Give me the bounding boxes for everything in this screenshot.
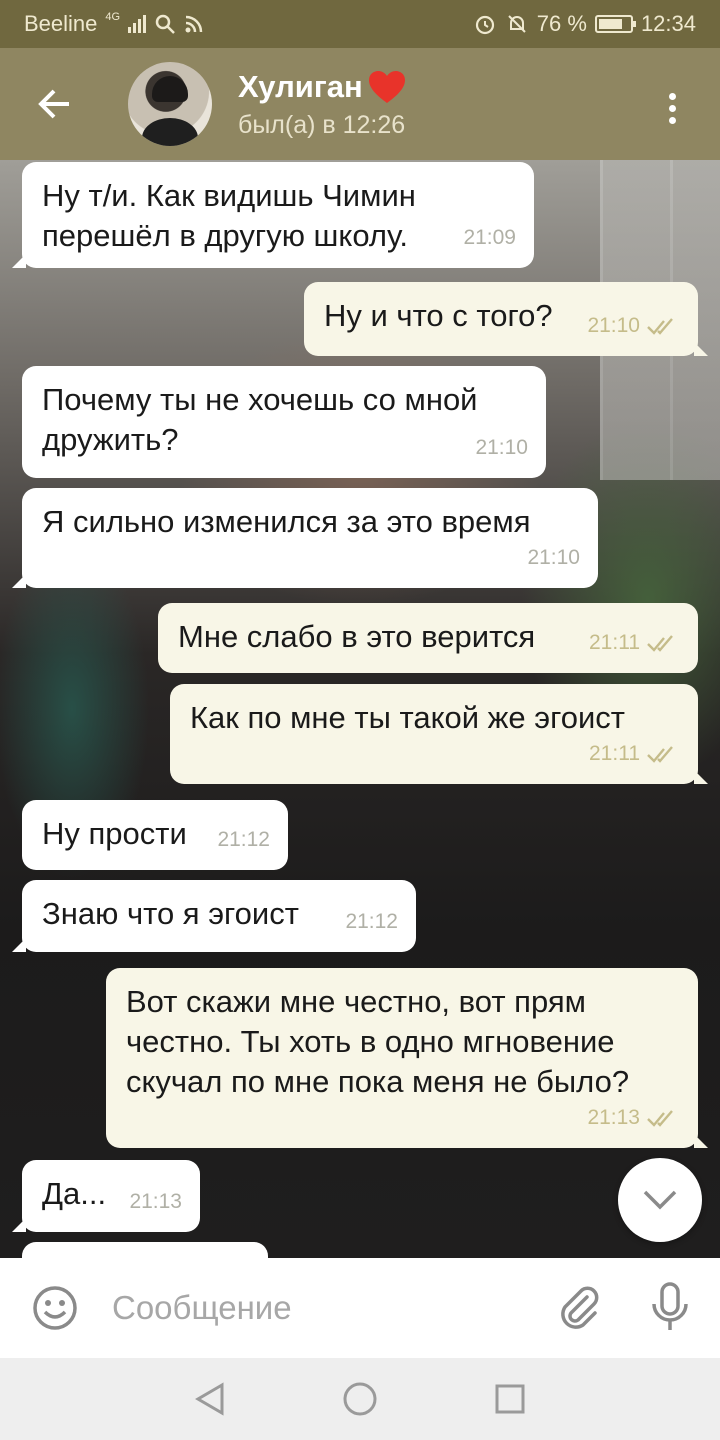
chat-header: Хулиган был(а) в 12:26 [0, 48, 720, 160]
message-incoming[interactable]: Я сильно изменился за это время 21:10 [12, 488, 598, 588]
message-time: 21:10 [527, 546, 580, 569]
message-incoming-partial[interactable] [22, 1242, 268, 1258]
read-ticks-icon [647, 1110, 673, 1127]
back-arrow-icon [38, 89, 69, 119]
triangle-back-icon [195, 1382, 224, 1416]
nav-home-button[interactable] [340, 1379, 380, 1419]
message-meta: 21:13 [587, 1098, 680, 1138]
nav-recents-button[interactable] [490, 1379, 530, 1419]
message-time: 21:12 [345, 910, 398, 933]
message-incoming[interactable]: Да... 21:13 [12, 1160, 200, 1232]
message-time: 21:12 [217, 828, 270, 851]
message-incoming[interactable]: Почему ты не хочешь со мной дружить? 21:… [22, 366, 546, 478]
message-text: Я сильно изменился за это время [42, 504, 531, 539]
message-meta: 21:11 [589, 734, 680, 774]
message-text: Вот скажи мне честно, вот прям честно. Т… [126, 984, 630, 1099]
smiley-icon [33, 1286, 77, 1330]
message-text: Знаю что я эгоист [42, 896, 299, 931]
scroll-to-bottom-button[interactable] [618, 1158, 702, 1242]
message-time: 21:11 [589, 742, 640, 765]
message-meta: 21:10 [475, 428, 528, 468]
attach-button[interactable] [540, 1285, 620, 1331]
contact-avatar[interactable] [128, 62, 212, 146]
status-left: Beeline 4G [24, 11, 204, 37]
battery-percent: 76 % [536, 11, 587, 36]
message-outgoing[interactable]: Как по мне ты такой же эгоист 21:11 [170, 684, 708, 784]
nav-back-button[interactable] [190, 1379, 230, 1419]
message-composer [0, 1258, 720, 1358]
read-ticks-icon [647, 635, 673, 652]
square-recents-icon [495, 1384, 525, 1414]
message-meta: 21:09 [463, 218, 516, 258]
signal-icon [128, 15, 147, 33]
clock: 12:34 [640, 11, 696, 36]
message-input[interactable] [110, 1277, 540, 1339]
message-meta: 21:12 [345, 902, 398, 942]
message-incoming[interactable]: Ну т/и. Как видишь Чимин перешёл в другу… [12, 162, 534, 268]
read-ticks-icon [647, 746, 673, 763]
message-time: 21:09 [463, 226, 516, 249]
message-incoming[interactable]: Знаю что я эгоист 21:12 [12, 880, 416, 952]
heart-icon [368, 70, 405, 103]
chevron-down-icon [643, 1190, 677, 1210]
message-text: Ну т/и. Как видишь Чимин перешёл в другу… [42, 178, 416, 253]
read-ticks-icon [647, 318, 673, 335]
message-text: Почему ты не хочешь со мной дружить? [42, 382, 478, 457]
message-time: 21:11 [589, 631, 640, 654]
message-meta: 21:12 [217, 820, 270, 860]
message-outgoing[interactable]: Вот скажи мне честно, вот прям честно. Т… [106, 968, 708, 1148]
back-button[interactable] [0, 48, 110, 160]
contact-name: Хулиган [238, 68, 363, 104]
message-time: 21:13 [587, 1106, 640, 1129]
message-meta: 21:11 [589, 623, 680, 663]
chat-screen: Beeline 4G 76 % 12:34 Хулиган был(а) в 1… [0, 0, 720, 1440]
voice-message-button[interactable] [620, 1282, 720, 1334]
paperclip-icon [561, 1286, 599, 1329]
message-outgoing[interactable]: Ну и что с того? 21:10 [304, 282, 708, 356]
rss-icon [185, 15, 203, 33]
network-type: 4G [105, 11, 121, 23]
mute-notifications-icon [508, 15, 526, 33]
message-incoming[interactable]: Ну прости 21:12 [22, 800, 288, 870]
microphone-icon [652, 1282, 688, 1330]
system-navigation-bar [0, 1358, 720, 1440]
message-meta: 21:10 [527, 538, 580, 578]
message-time: 21:10 [475, 436, 528, 459]
circle-home-icon [343, 1382, 377, 1416]
alarm-icon [475, 15, 494, 35]
contact-name-row: Хулиган [238, 69, 407, 105]
status-bar: Beeline 4G 76 % 12:34 [0, 0, 720, 48]
battery-icon [594, 15, 636, 33]
message-time: 21:13 [129, 1190, 182, 1213]
chat-messages-area[interactable]: Ну т/и. Как видишь Чимин перешёл в другу… [0, 160, 720, 1258]
more-vert-icon [668, 92, 676, 124]
message-text: Как по мне ты такой же эгоист [190, 700, 625, 735]
message-meta: 21:13 [129, 1182, 182, 1222]
message-time: 21:10 [587, 314, 640, 337]
status-right: 76 % 12:34 [473, 11, 696, 37]
message-meta: 21:10 [587, 306, 680, 346]
search-icon [155, 14, 175, 34]
carrier-name: Beeline [24, 11, 98, 36]
message-outgoing[interactable]: Мне слабо в это верится 21:11 [158, 603, 698, 673]
more-options-button[interactable] [648, 84, 696, 132]
last-seen-status: был(а) в 12:26 [238, 110, 406, 139]
contact-info[interactable]: Хулиган был(а) в 12:26 [238, 69, 407, 140]
emoji-button[interactable] [0, 1284, 110, 1332]
